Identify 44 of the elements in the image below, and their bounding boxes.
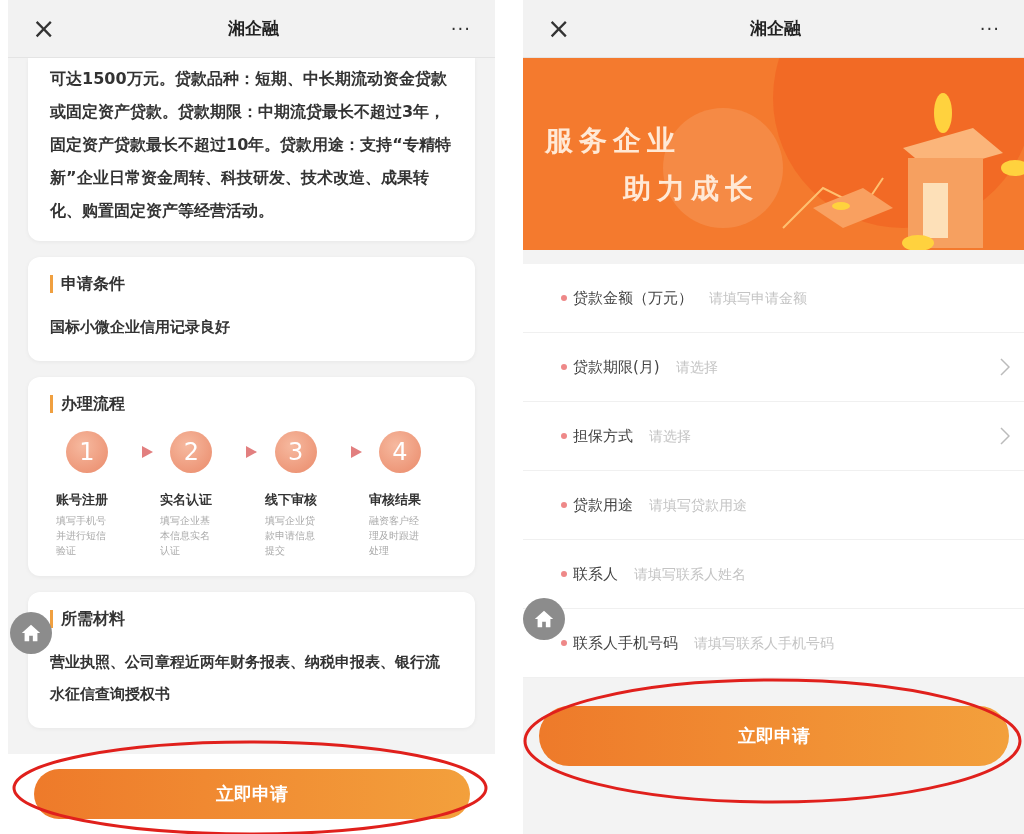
field-label: 贷款期限(月) [573, 357, 660, 377]
step-number: 4 [378, 431, 421, 473]
input-field[interactable]: 请填写申请金额 [707, 289, 1010, 307]
close-button[interactable]: × [547, 14, 571, 43]
select-field[interactable]: 请选择 [647, 427, 1000, 445]
home-icon [20, 622, 42, 644]
more-button[interactable]: ··· [450, 18, 471, 39]
step-description: 填写手机号并进行短信验证 [56, 514, 107, 558]
field-label: 担保方式 [573, 426, 633, 446]
step-number: 1 [66, 431, 108, 473]
step-number: 2 [170, 431, 213, 473]
chevron-right-icon [1000, 358, 1010, 376]
arrow-icon [244, 445, 259, 459]
step-title: 实名认证 [160, 491, 213, 509]
section-text: 国标小微企业信用记录良好 [50, 317, 231, 338]
step-number: 3 [274, 431, 317, 473]
select-field[interactable]: 请选择 [673, 358, 1000, 376]
field-label: 贷款金额（万元） [573, 288, 693, 308]
home-icon [533, 608, 555, 630]
step-description: 融资客户经理及时跟进处理 [368, 514, 420, 558]
field-label: 联系人手机号码 [573, 633, 678, 653]
banner-slogan: 服务企业 [545, 123, 682, 159]
step-description: 填写企业基本信息实名认证 [160, 514, 212, 558]
arrow-icon [140, 445, 155, 459]
field-label: 联系人 [573, 564, 618, 584]
step-title: 账号注册 [56, 491, 108, 509]
more-button[interactable]: ··· [979, 18, 1000, 39]
loan-description: 可达1500万元。贷款品种：短期、中长期流动资金贷款或固定资产贷款。贷款期限：中期流贷最长不超过3年，固定资产贷款最长不超过10年。贷款用途：支持“专精特新”企业日常资金周转、科技研发、技术改造、成果转化、购置固定资产等经营活动。 [50, 68, 452, 222]
section-text: 营业执照、公司章程近两年财务报表、纳税申报表、银行流水征信查询授权书 [50, 652, 441, 705]
step-title: 审核结果 [368, 491, 421, 509]
close-button[interactable]: × [32, 14, 56, 43]
chevron-right-icon [1000, 427, 1010, 445]
input-field[interactable]: 请填写联系人手机号码 [692, 634, 1010, 652]
step-title: 线下审核 [264, 491, 317, 509]
input-field[interactable]: 请填写联系人姓名 [632, 565, 1010, 583]
banner-slogan: 助力成长 [623, 171, 759, 207]
page-title: 湘企融 [749, 17, 801, 40]
home-button[interactable] [10, 612, 52, 654]
arrow-icon [348, 445, 363, 459]
section-title: 办理流程 [50, 395, 453, 413]
step-description: 填写企业贷款申请信息提交 [264, 514, 316, 558]
page-title: 湘企融 [227, 17, 279, 40]
field-label: 贷款用途 [573, 495, 633, 515]
section-title: 申请条件 [50, 275, 453, 293]
